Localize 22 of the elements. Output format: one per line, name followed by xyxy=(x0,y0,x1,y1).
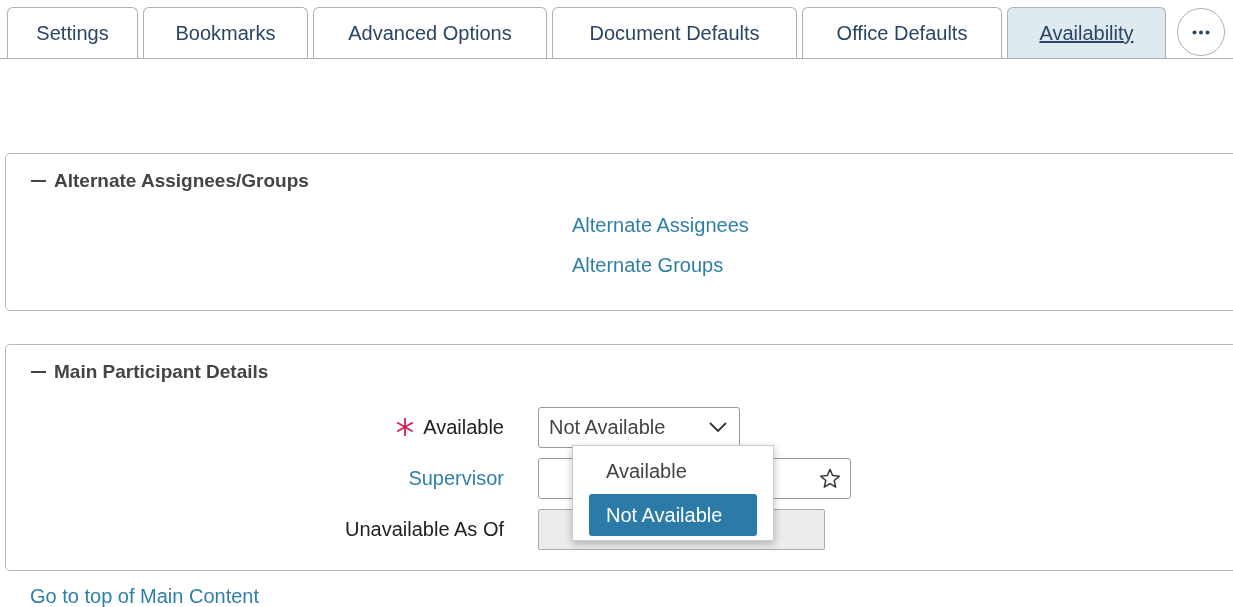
link[interactable]: Go to top of Main Content xyxy=(5,581,1233,607)
dropdown-option[interactable]: Available xyxy=(589,450,757,492)
collapse-icon[interactable] xyxy=(31,371,46,374)
field-label: Unavailable As Of xyxy=(345,517,504,542)
section-title: Main Participant Details xyxy=(54,360,269,384)
dropdown-option[interactable]: Not Available xyxy=(589,494,757,536)
tab[interactable]: Bookmarks xyxy=(143,7,308,58)
tab[interactable]: Advanced Options xyxy=(313,7,547,58)
collapse-icon[interactable] xyxy=(31,180,46,183)
tab[interactable]: Document Defaults xyxy=(552,7,797,58)
tab[interactable]: Office Defaults xyxy=(802,7,1002,58)
more-icon xyxy=(1192,29,1210,35)
link[interactable]: Alternate Assignees xyxy=(572,212,749,238)
select-field[interactable]: Not Available xyxy=(538,406,740,448)
field-link[interactable]: Supervisor xyxy=(408,463,504,493)
link[interactable]: Alternate Groups xyxy=(572,252,724,278)
field-label: Available xyxy=(423,415,504,440)
tab[interactable]: Settings xyxy=(7,7,138,58)
star-icon[interactable] xyxy=(819,467,841,489)
tab[interactable]: Availability xyxy=(1007,7,1166,58)
section-title: Alternate Assignees/Groups xyxy=(54,169,309,193)
chevron-down-icon xyxy=(709,422,727,432)
